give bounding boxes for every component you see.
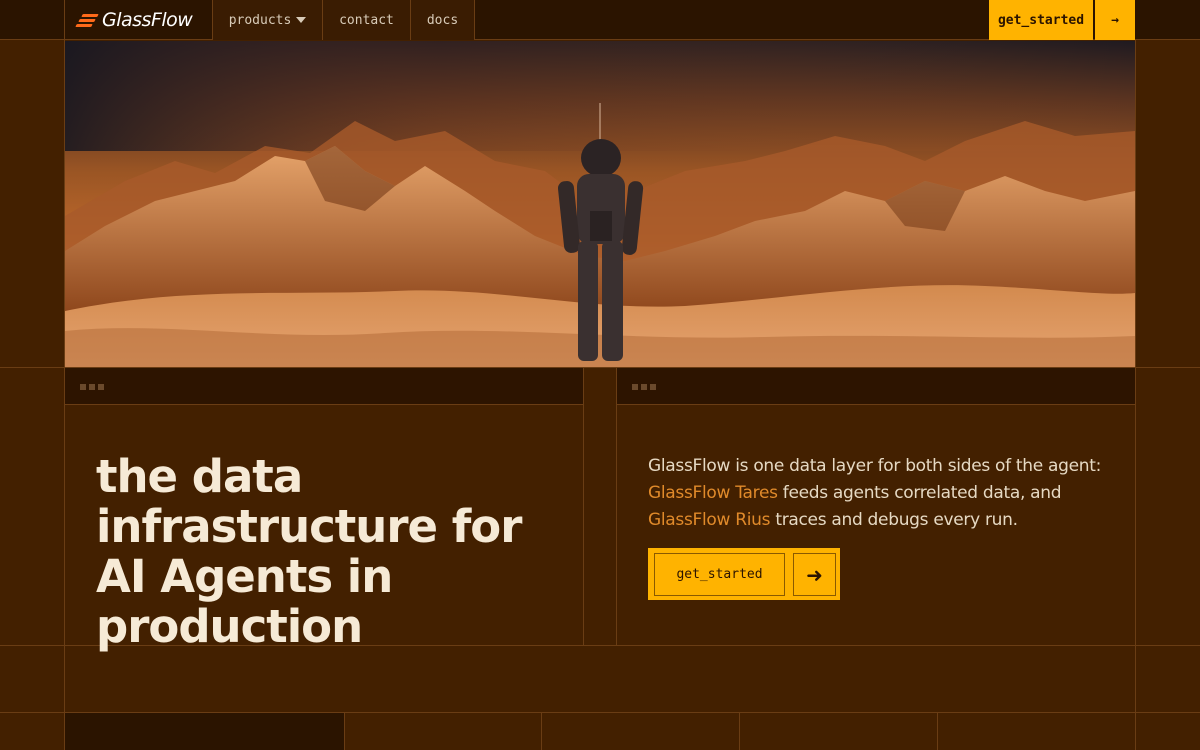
bottom-tab-active[interactable] xyxy=(65,713,344,750)
hero-get-started-label: get_started xyxy=(676,567,763,582)
nav-docs-label: docs xyxy=(426,12,459,28)
grid-line xyxy=(583,367,584,646)
mars-landscape-illustration xyxy=(65,41,1135,367)
arrow-right-icon: ➜ xyxy=(806,562,823,587)
nav-products[interactable]: products xyxy=(212,0,323,40)
window-dots-icon xyxy=(632,384,656,390)
get-started-button[interactable]: get_started xyxy=(989,0,1093,40)
hero-get-started-arrow-button[interactable]: ➜ xyxy=(793,553,836,596)
grid-line xyxy=(64,0,65,40)
product-link-tares[interactable]: GlassFlow Tares xyxy=(648,483,778,503)
caret-down-icon xyxy=(296,17,307,23)
nav-contact-label: contact xyxy=(339,12,394,28)
hero-headline: the data infrastructure for AI Agents in… xyxy=(96,450,522,653)
product-link-rius[interactable]: GlassFlow Rius xyxy=(648,510,771,530)
description-middle: feeds agents correlated data, and xyxy=(777,483,1062,503)
grid-line xyxy=(739,712,740,750)
nav-products-label: products xyxy=(228,12,292,28)
nav-docs[interactable]: docs xyxy=(410,0,475,40)
window-dots-icon xyxy=(80,384,104,390)
hero-cta: get_started ➜ xyxy=(648,548,840,600)
grid-line xyxy=(541,712,542,750)
logo-icon xyxy=(75,13,99,27)
get-started-arrow-button[interactable]: → xyxy=(1095,0,1135,40)
hero-image xyxy=(65,41,1135,367)
grid-line xyxy=(937,712,938,750)
right-panel-header xyxy=(617,368,1135,405)
hero-description: GlassFlow is one data layer for both sid… xyxy=(648,453,1118,534)
description-end: traces and debugs every run. xyxy=(770,510,1018,530)
grid-line xyxy=(344,712,345,750)
brand-name: GlassFlow xyxy=(102,9,193,31)
hero-get-started-button[interactable]: get_started xyxy=(654,553,785,596)
left-panel-header xyxy=(65,368,583,405)
top-navigation: GlassFlow products contact docs get_star… xyxy=(0,0,1200,40)
grid-line xyxy=(616,367,617,646)
arrow-right-icon: → xyxy=(1111,12,1119,28)
get-started-label: get_started xyxy=(997,12,1085,28)
nav-contact[interactable]: contact xyxy=(322,0,411,40)
brand-logo[interactable]: GlassFlow xyxy=(75,8,193,32)
grid-line xyxy=(1135,40,1136,750)
description-intro: GlassFlow is one data layer for both sid… xyxy=(648,456,1102,476)
